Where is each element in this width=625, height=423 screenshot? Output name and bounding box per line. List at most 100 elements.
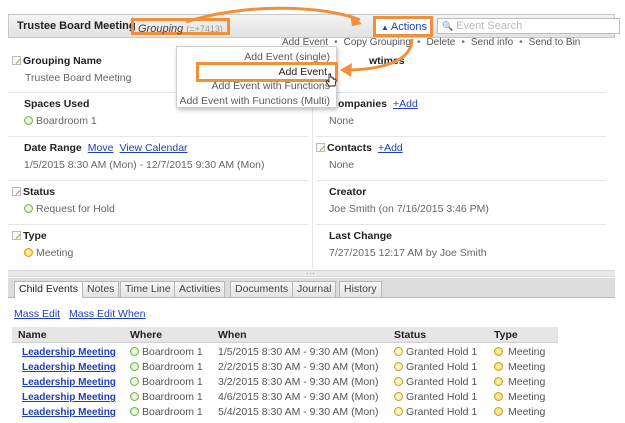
type-value: Meeting [508, 406, 546, 418]
status-value: Granted Hold 1 [406, 406, 478, 418]
field-status: Status Request for Hold [12, 186, 115, 215]
event-name-link[interactable]: Leadership Meeting [22, 407, 116, 418]
cell-name[interactable]: Leadership Meeting [22, 346, 116, 358]
status-label: Status [23, 186, 56, 198]
field-type: Type Meeting [12, 230, 73, 259]
companies-value: None [329, 115, 355, 127]
creator-label: Creator [329, 186, 367, 198]
edit-icon[interactable] [12, 231, 21, 240]
cell-name[interactable]: Leadership Meeting [22, 361, 116, 373]
cell-where: Boardroom 1 [130, 406, 203, 418]
status-circle-icon [394, 407, 403, 416]
view-calendar-link[interactable]: View Calendar [119, 142, 187, 154]
menu-item-add-event-with-functions[interactable]: Add Event with Functions [212, 80, 330, 92]
column-header-status[interactable]: Status [394, 329, 426, 341]
table-row[interactable]: Leadership Meeting Boardroom 1 4/6/2015 8:… [12, 390, 558, 405]
row-divider [8, 136, 308, 137]
cell-where: Boardroom 1 [130, 346, 203, 358]
event-name-link[interactable]: Leadership Meeting [22, 347, 116, 358]
menu-item-add-event[interactable]: Add Event [195, 62, 338, 82]
cell-where: Boardroom 1 [130, 361, 203, 373]
table-row[interactable]: Leadership Meeting Boardroom 1 1/5/2015 8:… [12, 345, 558, 360]
tab-notes[interactable]: Notes [82, 281, 120, 297]
type-circle-icon [494, 392, 503, 401]
action-copy-grouping[interactable]: Copy Grouping [344, 37, 411, 48]
panel-splitter[interactable]: ... [8, 267, 615, 277]
spaces-used-value: Boardroom 1 [36, 115, 97, 127]
action-send-to-bin[interactable]: Send to Bin [529, 37, 581, 48]
showtimes-label: wtimes [369, 55, 405, 67]
table-row[interactable]: Leadership Meeting Boardroom 1 5/4/2015 8:… [12, 405, 558, 420]
where-value: Boardroom 1 [142, 406, 203, 418]
event-title: Trustee Board Meeting [17, 20, 136, 32]
cell-when: 3/2/2015 8:30 AM - 9:30 AM (Mon) [218, 376, 379, 388]
status-circle-icon [394, 362, 403, 371]
cell-when: 5/4/2015 8:30 AM - 9:30 AM (Mon) [218, 406, 379, 418]
action-send-info[interactable]: Send info [471, 37, 513, 48]
cell-name[interactable]: Leadership Meeting [22, 376, 116, 388]
event-search-input[interactable]: 🔍 Event Search [437, 18, 620, 34]
cell-type: Meeting [494, 406, 545, 418]
contacts-add-link[interactable]: +Add [378, 142, 403, 154]
grouping-id: (=+7413) [186, 24, 223, 34]
cell-type: Meeting [494, 376, 545, 388]
column-header-where[interactable]: Where [130, 329, 162, 341]
type-value: Meeting [36, 247, 74, 259]
grouping-name-value: Trustee Board Meeting [25, 72, 132, 84]
creator-value: Joe Smith (on 7/16/2015 3:46 PM) [329, 203, 489, 215]
move-link[interactable]: Move [88, 142, 114, 154]
cell-status: Granted Hold 1 [394, 376, 477, 388]
field-spaces-used: Spaces Used Boardroom 1 [24, 98, 97, 127]
separator-dot: • [519, 37, 523, 48]
field-companies: ompanies +Add None [329, 98, 418, 127]
mass-edit-when-link[interactable]: Mass Edit When [69, 308, 145, 320]
edit-icon[interactable] [12, 56, 21, 65]
type-circle-icon [494, 407, 503, 416]
companies-add-link[interactable]: +Add [393, 98, 418, 110]
tab-history[interactable]: History [339, 281, 382, 297]
cell-status: Granted Hold 1 [394, 346, 477, 358]
event-name-link[interactable]: Leadership Meeting [22, 362, 116, 373]
tab-activities[interactable]: Activities [174, 281, 226, 297]
status-value: Granted Hold 1 [406, 361, 478, 373]
table-row[interactable]: Leadership Meeting Boardroom 1 2/2/2015 8:… [12, 360, 558, 375]
event-name-link[interactable]: Leadership Meeting [22, 377, 116, 388]
status-value: Granted Hold 1 [406, 376, 478, 388]
column-header-name[interactable]: Name [18, 329, 47, 341]
status-circle-icon [130, 347, 139, 356]
tab-time-line[interactable]: Time Line [120, 281, 176, 297]
status-circle-icon [130, 377, 139, 386]
table-header: Name Where When Status Type [12, 327, 558, 343]
edit-icon[interactable] [12, 187, 21, 196]
event-name-link[interactable]: Leadership Meeting [22, 392, 116, 403]
edit-icon[interactable] [316, 143, 325, 152]
grouping-label: Grouping [138, 23, 184, 35]
column-header-type[interactable]: Type [494, 329, 518, 341]
tab-child-events[interactable]: Child Events [14, 281, 83, 298]
mass-edit-link[interactable]: Mass Edit [14, 308, 60, 320]
search-icon: 🔍 [442, 21, 454, 31]
cell-name[interactable]: Leadership Meeting [22, 391, 116, 403]
type-value: Meeting [508, 391, 546, 403]
column-header-when[interactable]: When [218, 329, 247, 341]
status-value: Granted Hold 1 [406, 346, 478, 358]
tab-journal[interactable]: Journal [292, 281, 337, 297]
cell-name[interactable]: Leadership Meeting [22, 406, 116, 418]
cell-type: Meeting [494, 391, 545, 403]
last-change-value: 7/27/2015 12:17 AM by Joe Smith [329, 247, 487, 259]
cell-type: Meeting [494, 346, 545, 358]
tab-documents[interactable]: Documents [230, 281, 294, 297]
menu-item-add-event-with-functions-multi[interactable]: Add Event with Functions (Multi) [179, 95, 330, 107]
type-label: Type [23, 230, 47, 242]
status-circle-icon [130, 392, 139, 401]
cell-when: 1/5/2015 8:30 AM - 9:30 AM (Mon) [218, 346, 379, 358]
grouping-badge[interactable]: Grouping (=+7413) [131, 18, 230, 35]
row-divider [316, 92, 606, 93]
event-header-bar: Trustee Board Meeting Grouping (=+7413) … [8, 14, 620, 38]
detail-tabs: Child Events Notes Time Line Activities … [8, 278, 615, 298]
action-delete[interactable]: Delete [426, 37, 455, 48]
cell-where: Boardroom 1 [130, 376, 203, 388]
table-row[interactable]: Leadership Meeting Boardroom 1 3/2/2015 8:… [12, 375, 558, 390]
actions-button[interactable]: ▲ Actions [373, 16, 433, 37]
status-circle-icon [130, 407, 139, 416]
